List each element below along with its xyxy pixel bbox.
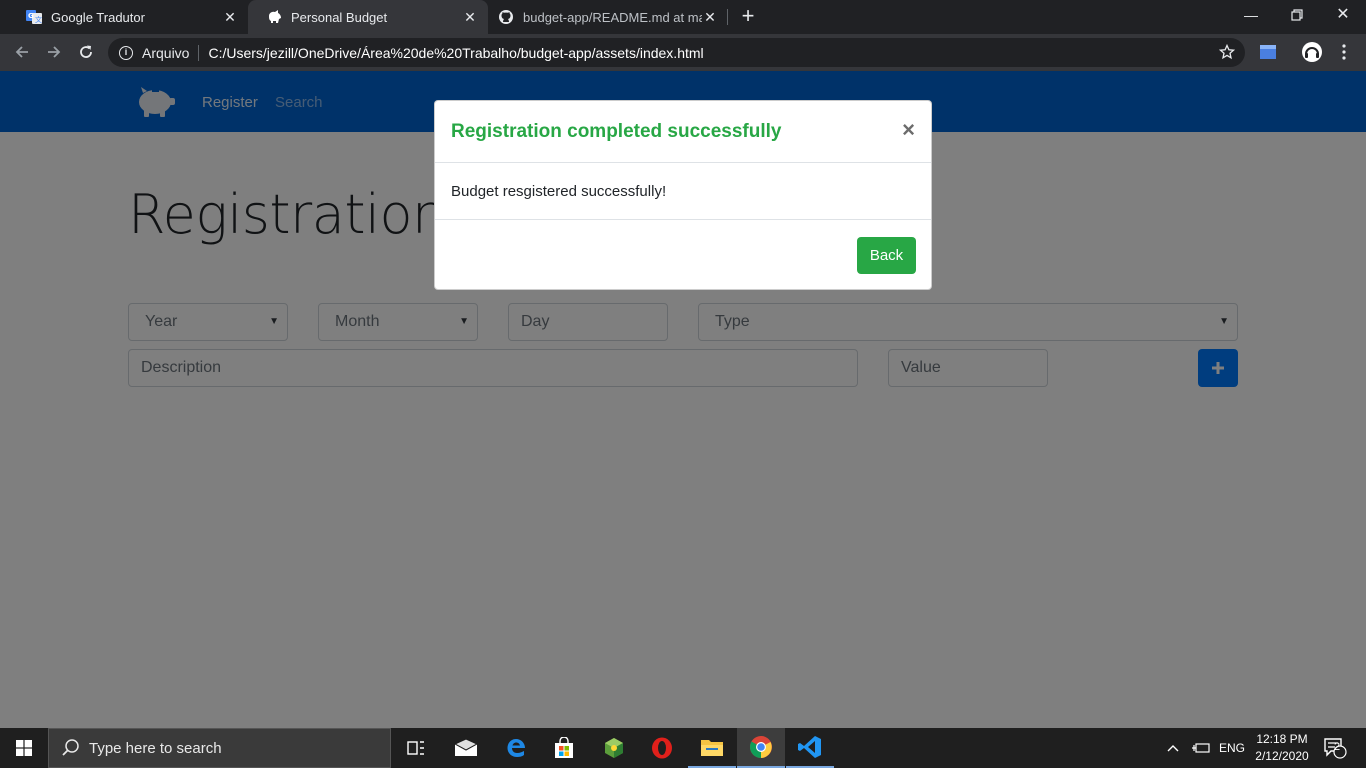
- tab-close-icon[interactable]: ✕: [462, 9, 478, 26]
- notification-count-badge: 2: [1333, 741, 1341, 753]
- language-indicator[interactable]: ENG: [1219, 728, 1245, 768]
- tab-title: Google Tradutor: [51, 9, 145, 25]
- minimize-icon[interactable]: —: [1228, 0, 1274, 30]
- piggy-bank-icon: [269, 10, 281, 23]
- bookmark-star-icon[interactable]: [1219, 44, 1235, 60]
- profile-avatar[interactable]: [1298, 38, 1326, 66]
- taskbar-search-box[interactable]: Type here to search: [48, 728, 391, 768]
- cube-app-icon[interactable]: [590, 728, 638, 768]
- forward-arrow-icon[interactable]: [40, 38, 68, 66]
- close-icon[interactable]: ×: [902, 119, 915, 141]
- browser-tab-strip: G 文 Google Tradutor ✕ Personal Budget ✕ …: [0, 0, 1366, 34]
- show-hidden-icons-icon[interactable]: [1166, 728, 1180, 768]
- info-icon[interactable]: i: [119, 45, 133, 60]
- file-explorer-icon[interactable]: [688, 728, 736, 768]
- modal-title: Registration completed successfully: [451, 121, 782, 142]
- security-chip[interactable]: Arquivo: [142, 45, 189, 61]
- back-arrow-icon[interactable]: [8, 38, 36, 66]
- new-tab-button[interactable]: +: [736, 4, 760, 28]
- tab-close-icon[interactable]: ✕: [222, 9, 238, 26]
- clock-date: 2/12/2020: [1255, 749, 1309, 763]
- omnibox-divider: [198, 44, 200, 61]
- svg-text:G: G: [28, 12, 34, 20]
- restore-icon[interactable]: [1274, 0, 1320, 30]
- google-translate-icon: G 文: [26, 10, 42, 24]
- tab-close-icon[interactable]: ✕: [702, 9, 718, 26]
- close-window-icon[interactable]: ✕: [1320, 0, 1366, 30]
- task-view-icon[interactable]: [392, 728, 440, 768]
- tab-readme[interactable]: budget-app/README.md at mast ✕: [488, 0, 728, 34]
- url-text[interactable]: C:/Users/jezill/OneDrive/Área%20de%20Tra…: [208, 45, 703, 61]
- windows-start-icon[interactable]: [0, 728, 48, 768]
- clock-time: 12:18 PM: [1256, 732, 1308, 746]
- github-icon: [499, 10, 513, 24]
- more-menu-icon[interactable]: [1330, 38, 1358, 66]
- search-icon: [62, 739, 79, 756]
- network-icon[interactable]: [1191, 728, 1211, 768]
- tab-google-tradutor[interactable]: G 文 Google Tradutor ✕: [8, 0, 248, 34]
- chrome-icon[interactable]: [737, 728, 785, 768]
- windows-taskbar: Type here to search ENG 12:18 PM 2/12/20…: [0, 728, 1366, 768]
- success-modal: Registration completed successfully × Bu…: [434, 100, 932, 290]
- svg-text:文: 文: [35, 15, 42, 24]
- opera-icon[interactable]: [638, 728, 686, 768]
- address-bar[interactable]: i Arquivo C:/Users/jezill/OneDrive/Área%…: [108, 38, 1245, 67]
- back-button[interactable]: Back: [857, 237, 916, 274]
- tab-title: budget-app/README.md at mast: [523, 9, 702, 25]
- reload-icon[interactable]: [72, 38, 100, 66]
- tab-title: Personal Budget: [291, 9, 388, 25]
- modal-message: Budget resgistered successfully!: [451, 183, 667, 200]
- notifications-button[interactable]: 2: [1320, 728, 1350, 768]
- browser-toolbar: i Arquivo C:/Users/jezill/OneDrive/Área%…: [0, 34, 1366, 71]
- mail-icon[interactable]: [442, 728, 490, 768]
- taskbar-clock[interactable]: 12:18 PM 2/12/2020: [1250, 731, 1314, 765]
- store-icon[interactable]: [540, 728, 588, 768]
- vscode-icon[interactable]: [786, 728, 834, 768]
- modal-header: Registration completed successfully ×: [435, 101, 931, 163]
- extension-icon[interactable]: [1254, 38, 1282, 66]
- modal-footer: Back: [435, 219, 931, 291]
- tab-personal-budget[interactable]: Personal Budget ✕: [248, 0, 488, 34]
- taskbar-search-placeholder: Type here to search: [89, 739, 222, 757]
- tab-separator: [727, 9, 728, 25]
- edge-browser-icon[interactable]: [492, 728, 540, 768]
